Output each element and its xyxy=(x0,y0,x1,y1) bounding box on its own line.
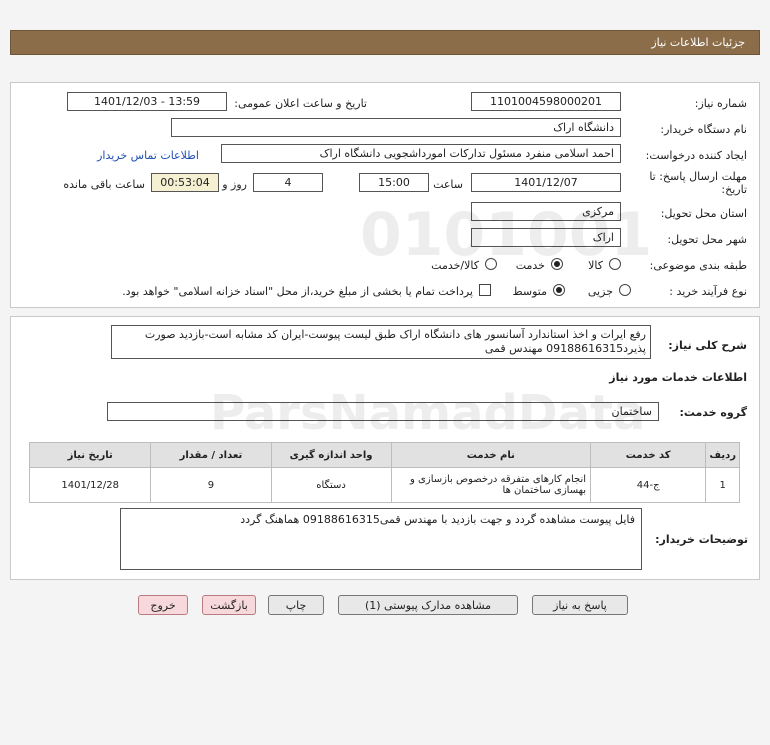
col-unit: واحد اندازه گیری xyxy=(270,442,392,468)
category-option-service: خدمت xyxy=(515,259,545,272)
category-radio-service[interactable] xyxy=(551,258,563,270)
cell-row: 1 xyxy=(705,467,740,503)
deadline-date-field: 1401/12/07 xyxy=(471,173,621,192)
announce-field: 1401/12/03 - 13:59 xyxy=(67,92,227,111)
table-row: 1 ج-44 انجام کارهای متفرقه درخصوص بازساز… xyxy=(28,467,740,503)
col-qty: تعداد / مقدار xyxy=(150,442,272,468)
process-radio-medium[interactable] xyxy=(553,284,565,296)
page-header: جزئیات اطلاعات نیاز xyxy=(10,30,760,55)
category-label: طبقه بندی موضوعی: xyxy=(649,259,747,272)
cell-unit: دستگاه xyxy=(270,467,392,503)
process-option-medium: متوسط xyxy=(512,285,547,298)
col-name: نام خدمت xyxy=(390,442,592,468)
remaining-time-field: 00:53:04 xyxy=(151,173,219,192)
cell-name: انجام کارهای متفرقه درخصوص بازسازی و بهس… xyxy=(390,467,592,503)
creator-label: ایجاد کننده درخواست: xyxy=(645,149,747,162)
need-number-field: 1101004598000201 xyxy=(471,92,621,111)
exit-button[interactable]: خروج xyxy=(138,595,188,615)
buyer-notes-label: توضیحات خریدار: xyxy=(655,533,748,546)
category-radio-goods-service[interactable] xyxy=(485,258,497,270)
deadline-label: مهلت ارسال پاسخ: تا xyxy=(649,170,747,183)
reply-button[interactable]: پاسخ به نیاز xyxy=(532,595,628,615)
remaining-label: ساعت باقی مانده xyxy=(63,178,145,191)
category-option-goods: کالا xyxy=(588,259,603,272)
process-option-minor: جزیی xyxy=(587,285,613,298)
buyer-field: دانشگاه اراک xyxy=(171,118,621,137)
days-field: 4 xyxy=(253,173,323,192)
days-label: روز و xyxy=(222,178,247,191)
col-code: کد خدمت xyxy=(590,442,707,468)
province-label: استان محل تحویل: xyxy=(660,207,747,220)
creator-field: احمد اسلامی منفرد مسئول تدارکات امورداشج… xyxy=(221,144,621,163)
treasury-payment-checkbox[interactable] xyxy=(479,284,491,296)
view-documents-button[interactable]: مشاهده مدارک پیوستی (1) xyxy=(338,595,518,615)
buyer-contact-link[interactable]: اطلاعات تماس خریدار xyxy=(97,149,199,162)
city-label: شهر محل تحویل: xyxy=(667,233,747,246)
cell-date: 1401/12/28 xyxy=(28,467,152,503)
col-row: ردیف xyxy=(705,442,740,468)
service-group-field: ساختمان xyxy=(107,402,659,421)
col-date: تاریخ نیاز xyxy=(28,442,152,468)
services-section-title: اطلاعات خدمات مورد نیاز xyxy=(609,371,747,384)
city-field: اراک xyxy=(471,228,621,247)
service-group-label: گروه خدمت: xyxy=(679,406,747,419)
deadline-label-2: تاریخ: xyxy=(721,183,747,196)
announce-label: تاریخ و ساعت اعلان عمومی: xyxy=(234,97,367,110)
back-button[interactable]: بازگشت xyxy=(202,595,256,615)
buyer-label: نام دستگاه خریدار: xyxy=(660,123,747,136)
need-number-label: شماره نیاز: xyxy=(694,97,747,110)
services-table: ردیف کد خدمت نام خدمت واحد اندازه گیری ت… xyxy=(28,442,740,503)
need-info-panel: شماره نیاز: 1101004598000201 تاریخ و ساع… xyxy=(10,82,760,308)
description-text: رفع ایرات و اخذ استاندارد آسانسور های دا… xyxy=(111,325,651,359)
page-title: جزئیات اطلاعات نیاز xyxy=(651,36,745,49)
deadline-time-field: 15:00 xyxy=(359,173,429,192)
description-label: شرح کلی نیاز: xyxy=(668,339,747,352)
process-label: نوع فرآیند خرید : xyxy=(669,285,747,298)
cell-qty: 9 xyxy=(150,467,272,503)
province-field: مرکزی xyxy=(471,202,621,221)
category-option-goods-service: کالا/خدمت xyxy=(431,259,479,272)
category-radio-goods[interactable] xyxy=(609,258,621,270)
print-button[interactable]: چاپ xyxy=(268,595,324,615)
cell-code: ج-44 xyxy=(590,467,707,503)
buyer-notes-text: فایل پیوست مشاهده گردد و جهت بازدید با م… xyxy=(120,508,642,570)
table-header-row: ردیف کد خدمت نام خدمت واحد اندازه گیری ت… xyxy=(28,442,740,468)
process-radio-minor[interactable] xyxy=(619,284,631,296)
treasury-payment-note: پرداخت تمام یا بخشی از مبلغ خرید،از محل … xyxy=(122,285,473,298)
deadline-time-label: ساعت xyxy=(433,178,463,191)
